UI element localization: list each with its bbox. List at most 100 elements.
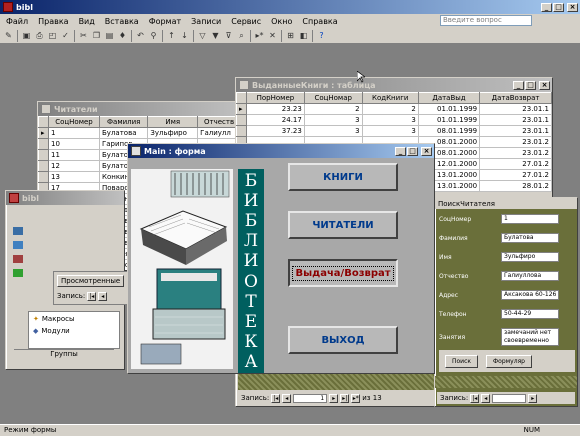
search-field-input[interactable]: 50-44-29: [501, 309, 559, 319]
prev-record-button[interactable]: ◂: [98, 291, 108, 301]
copy-icon[interactable]: ❐: [91, 30, 102, 41]
table-cell[interactable]: 13: [48, 171, 100, 183]
table-cell[interactable]: 23.23: [246, 103, 305, 115]
table-cell[interactable]: 08.01.1999: [417, 125, 481, 137]
table-row[interactable]: ▸ 23.23 2 2 01.01.1999 23.01.1: [236, 103, 552, 115]
record-number-field[interactable]: 1: [293, 393, 328, 403]
filter-selection-icon[interactable]: ▽: [197, 30, 208, 41]
first-record-button[interactable]: |◂: [271, 393, 281, 403]
table-cell[interactable]: 2: [361, 103, 419, 115]
save-icon[interactable]: ▣: [21, 30, 32, 41]
maximize-button[interactable]: □: [407, 146, 418, 156]
viewed-button[interactable]: Просмотренные: [57, 275, 125, 287]
format-painter-icon[interactable]: ♦: [117, 30, 128, 41]
search-field-input[interactable]: Галиуллова: [501, 271, 559, 281]
table-cell[interactable]: Булатова: [98, 127, 149, 139]
table-row[interactable]: 24.17 3 3 01.01.1999 23.01.1: [236, 114, 552, 126]
table-cell[interactable]: 23.01.2: [479, 136, 552, 148]
maximize-button[interactable]: □: [525, 80, 536, 90]
row-selector[interactable]: ▸: [38, 127, 49, 139]
menu-window[interactable]: Окно: [271, 17, 292, 26]
table-cell[interactable]: 01.01.1999: [417, 103, 481, 115]
new-record-button[interactable]: ▸*: [351, 393, 361, 403]
next-record-button[interactable]: ▸: [528, 393, 538, 403]
db-item-modules[interactable]: ◆ Модули: [29, 326, 119, 336]
table-cell[interactable]: 3: [361, 125, 419, 137]
search-field-input[interactable]: Булатова: [501, 233, 559, 243]
last-record-button[interactable]: ▸|: [340, 393, 350, 403]
table-cell[interactable]: 12: [48, 160, 100, 172]
maximize-button[interactable]: □: [553, 2, 564, 12]
db-groups-bar[interactable]: Группы: [14, 349, 114, 359]
table-cell[interactable]: 27.01.2: [479, 158, 552, 170]
prev-record-button[interactable]: ◂: [481, 393, 491, 403]
new-object-icon[interactable]: ◧: [298, 30, 309, 41]
table-cell[interactable]: 1: [48, 127, 100, 139]
row-selector[interactable]: [38, 149, 49, 161]
delete-record-icon[interactable]: ✕: [267, 30, 278, 41]
col-header[interactable]: Имя: [147, 116, 199, 128]
table-cell[interactable]: 11: [48, 149, 100, 161]
undo-icon[interactable]: ↶: [135, 30, 146, 41]
first-record-button[interactable]: |◂: [470, 393, 480, 403]
menu-file[interactable]: Файл: [6, 17, 28, 26]
table-cell[interactable]: 3: [303, 125, 363, 137]
first-record-button[interactable]: |◂: [87, 291, 97, 301]
menu-help[interactable]: Справка: [302, 17, 337, 26]
design-view-icon[interactable]: ✎: [3, 30, 14, 41]
cut-icon[interactable]: ✂: [78, 30, 89, 41]
ask-question-input[interactable]: Введите вопрос: [440, 15, 532, 26]
books-button[interactable]: КНИГИ: [288, 163, 398, 191]
exit-button[interactable]: ВЫХОД: [288, 326, 398, 354]
preview-icon[interactable]: ◰: [47, 30, 58, 41]
spelling-icon[interactable]: ✓: [60, 30, 71, 41]
search-field-input[interactable]: замечаний нет своевременно: [501, 328, 559, 346]
table-cell[interactable]: 10: [48, 138, 100, 150]
filter-form-icon[interactable]: ▼: [210, 30, 221, 41]
table-row[interactable]: ▸ 1 Булатова Зульфиро Галиулл: [38, 127, 241, 139]
record-number-field[interactable]: [492, 393, 527, 403]
table-cell[interactable]: 28.01.2: [479, 180, 552, 192]
paste-icon[interactable]: ▤: [104, 30, 115, 41]
menu-format[interactable]: Формат: [149, 17, 181, 26]
search-field-input[interactable]: Аксакова 60-126: [501, 290, 559, 300]
reports-icon[interactable]: [13, 269, 23, 277]
table-cell[interactable]: 23.01.2: [479, 147, 552, 159]
table-cell[interactable]: 24.17: [246, 114, 305, 126]
col-header[interactable]: СоцНомер: [48, 116, 100, 128]
table-cell[interactable]: 01.01.1999: [417, 114, 481, 126]
table-cell[interactable]: 23.01.1: [479, 103, 552, 115]
help-icon[interactable]: ?: [316, 30, 327, 41]
col-header[interactable]: КодКниги: [361, 92, 419, 104]
table-cell[interactable]: Зульфиро: [147, 127, 199, 139]
close-button[interactable]: ×: [421, 146, 432, 156]
search-field-input[interactable]: Зульфиро: [501, 252, 559, 262]
menu-view[interactable]: Вид: [79, 17, 95, 26]
menu-tools[interactable]: Сервис: [231, 17, 261, 26]
hyperlink-icon[interactable]: ⚲: [148, 30, 159, 41]
menu-records[interactable]: Записи: [191, 17, 221, 26]
find-icon[interactable]: ⌕: [236, 30, 247, 41]
search-field-input[interactable]: 1: [501, 214, 559, 224]
close-button[interactable]: ×: [539, 80, 550, 90]
database-window-icon[interactable]: ⊞: [285, 30, 296, 41]
menu-edit[interactable]: Правка: [38, 17, 68, 26]
sort-desc-icon[interactable]: ↓: [179, 30, 190, 41]
row-selector[interactable]: [236, 125, 247, 137]
row-selector[interactable]: [38, 160, 49, 172]
col-header[interactable]: ПорНомер: [246, 92, 305, 104]
row-selector[interactable]: [236, 114, 247, 126]
col-header[interactable]: СоцНомар: [303, 92, 363, 104]
table-cell[interactable]: 2: [303, 103, 363, 115]
db-item-macros[interactable]: ✦ Макросы: [29, 312, 119, 326]
table-cell[interactable]: 23.01.1: [479, 114, 552, 126]
col-header[interactable]: ДатаВыд: [417, 92, 481, 104]
print-icon[interactable]: ⎙: [34, 30, 45, 41]
readers-button[interactable]: ЧИТАТЕЛИ: [288, 211, 398, 239]
col-header[interactable]: Фамилия: [98, 116, 149, 128]
forms-icon[interactable]: [13, 255, 23, 263]
form-button[interactable]: Формуляр: [486, 354, 532, 368]
new-record-icon[interactable]: ▸*: [254, 30, 265, 41]
sort-asc-icon[interactable]: ↑: [166, 30, 177, 41]
table-cell[interactable]: 3: [303, 114, 363, 126]
